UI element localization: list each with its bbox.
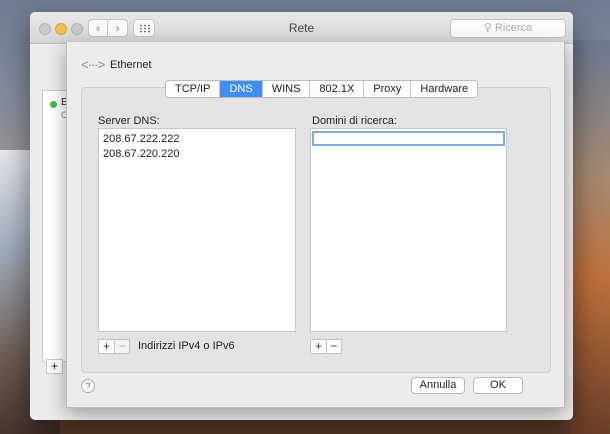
connected-status-icon — [50, 101, 57, 108]
tab-bar: TCP/IP DNS WINS 802.1X Proxy Hardware — [165, 80, 479, 98]
add-search-domain-button[interactable]: + — [311, 340, 326, 353]
dns-servers-list[interactable]: 208.67.222.222 208.67.220.220 — [98, 128, 296, 332]
tab-wins[interactable]: WINS — [262, 81, 311, 97]
advanced-settings-sheet: <···> Ethernet TCP/IP DNS WINS 802.1X Pr… — [66, 42, 565, 408]
ethernet-icon: <···> — [81, 57, 105, 72]
window-titlebar: ‹ › Rete ⚲ Ricerca — [30, 12, 573, 44]
help-icon[interactable]: ? — [81, 379, 95, 393]
desktop-wallpaper-right — [570, 40, 610, 434]
add-service-button[interactable]: + — [46, 359, 63, 374]
remove-search-domain-button[interactable]: − — [326, 340, 341, 353]
dns-add-remove-controls: + − — [98, 339, 130, 354]
search-icon: ⚲ — [483, 22, 492, 34]
preferences-search-field[interactable]: ⚲ Ricerca — [450, 19, 566, 38]
cancel-button[interactable]: Annulla — [411, 377, 465, 394]
search-domains-list[interactable] — [310, 128, 507, 332]
interface-name: Ethernet — [110, 59, 152, 71]
dns-server-entry[interactable]: 208.67.220.220 — [103, 148, 179, 160]
tab-dns[interactable]: DNS — [220, 81, 263, 97]
add-dns-server-button[interactable]: + — [99, 340, 114, 353]
dns-server-entry[interactable]: 208.67.222.222 — [103, 133, 179, 145]
search-domains-label: Domini di ricerca: — [312, 115, 397, 127]
tab-hardware[interactable]: Hardware — [411, 81, 478, 97]
search-placeholder: Ricerca — [494, 22, 533, 34]
ok-button[interactable]: OK — [473, 377, 523, 394]
dns-servers-label: Server DNS: — [98, 115, 160, 127]
dns-address-hint: Indirizzi IPv4 o IPv6 — [138, 340, 235, 352]
remove-dns-server-button[interactable]: − — [114, 340, 129, 353]
tab-tcpip[interactable]: TCP/IP — [166, 81, 221, 97]
services-list-behind: E C — [42, 90, 68, 362]
tab-proxy[interactable]: Proxy — [364, 81, 412, 97]
search-domain-add-remove-controls: + − — [310, 339, 342, 354]
tab-8021x[interactable]: 802.1X — [310, 81, 365, 97]
search-domain-input[interactable] — [312, 131, 505, 146]
